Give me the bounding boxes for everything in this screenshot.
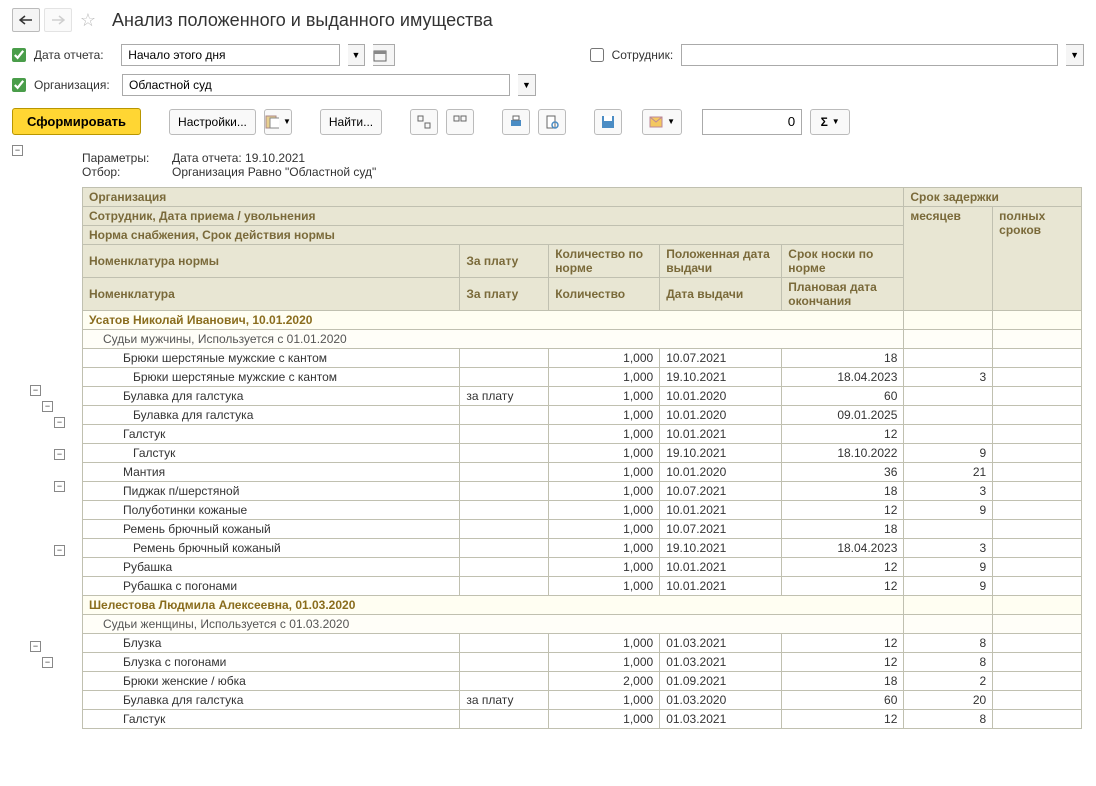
table-row[interactable]: Блузка1,00001.03.2021128 [83, 634, 1082, 653]
calendar-button[interactable] [373, 44, 395, 66]
date-input[interactable] [121, 44, 339, 66]
table-row[interactable]: Пиджак п/шерстяной1,00010.07.2021183 [83, 482, 1082, 501]
table-row[interactable]: Брюки шерстяные мужские с кантом1,00019.… [83, 368, 1082, 387]
favorite-button[interactable]: ☆ [76, 8, 100, 32]
collapse-button[interactable] [446, 109, 474, 135]
table-row[interactable]: Шелестова Людмила Алексеевна, 01.03.2020 [83, 596, 1082, 615]
table-row[interactable]: Булавка для галстуказа плату1,00010.01.2… [83, 387, 1082, 406]
sum-button[interactable]: Σ▼ [810, 109, 850, 135]
table-row[interactable]: Ремень брючный кожаный1,00010.07.202118 [83, 520, 1082, 539]
preview-button[interactable] [538, 109, 566, 135]
generate-button[interactable]: Сформировать [12, 108, 141, 135]
collapse-r1[interactable]: − [54, 417, 65, 428]
variants-button[interactable]: ▼ [264, 109, 292, 135]
table-row[interactable]: Рубашка1,00010.01.2021129 [83, 558, 1082, 577]
collapse-all[interactable]: − [12, 145, 23, 156]
save-button[interactable] [594, 109, 622, 135]
table-row[interactable]: Полуботинки кожаные1,00010.01.2021129 [83, 501, 1082, 520]
table-row[interactable]: Ремень брючный кожаный1,00019.10.202118.… [83, 539, 1082, 558]
table-row[interactable]: Судьи мужчины, Используется с 01.01.2020 [83, 330, 1082, 349]
report-table: ОрганизацияСрок задержки Сотрудник, Дата… [82, 187, 1082, 729]
table-row[interactable]: Мантия1,00010.01.20203621 [83, 463, 1082, 482]
table-row[interactable]: Брюки шерстяные мужские с кантом1,00010.… [83, 349, 1082, 368]
date-dropdown[interactable]: ▼ [348, 44, 366, 66]
table-row[interactable]: Булавка для галстука1,00010.01.202009.01… [83, 406, 1082, 425]
table-row[interactable]: Галстук1,00001.03.2021128 [83, 710, 1082, 729]
date-checkbox[interactable] [12, 48, 26, 62]
collapse-r2[interactable]: − [54, 449, 65, 460]
collapse-r4[interactable]: − [54, 545, 65, 556]
collapse-emp1[interactable]: − [30, 385, 41, 396]
sum-input[interactable] [702, 109, 802, 135]
page-title: Анализ положенного и выданного имущества [112, 10, 493, 31]
expand-button[interactable] [410, 109, 438, 135]
org-checkbox[interactable] [12, 78, 26, 92]
forward-button[interactable] [44, 8, 72, 32]
employee-label: Сотрудник: [612, 48, 674, 62]
date-label: Дата отчета: [34, 48, 113, 62]
employee-checkbox[interactable] [590, 48, 604, 62]
table-row[interactable]: Судьи женщины, Используется с 01.03.2020 [83, 615, 1082, 634]
email-button[interactable]: ▼ [642, 109, 682, 135]
table-row[interactable]: Блузка с погонами1,00001.03.2021128 [83, 653, 1082, 672]
param-value-2: Организация Равно "Областной суд" [172, 165, 376, 179]
org-input[interactable] [122, 74, 510, 96]
print-button[interactable] [502, 109, 530, 135]
table-row[interactable]: Булавка для галстуказа плату1,00001.03.2… [83, 691, 1082, 710]
org-dropdown[interactable]: ▼ [518, 74, 536, 96]
table-row[interactable]: Галстук1,00010.01.202112 [83, 425, 1082, 444]
collapse-norm1[interactable]: − [42, 401, 53, 412]
param-value-1: Дата отчета: 19.10.2021 [172, 151, 305, 165]
org-label: Организация: [34, 78, 114, 92]
collapse-norm2[interactable]: − [42, 657, 53, 668]
settings-button[interactable]: Настройки... [169, 109, 256, 135]
table-row[interactable]: Галстук1,00019.10.202118.10.20229 [83, 444, 1082, 463]
table-row[interactable]: Рубашка с погонами1,00010.01.2021129 [83, 577, 1082, 596]
employee-dropdown[interactable]: ▼ [1066, 44, 1084, 66]
find-button[interactable]: Найти... [320, 109, 382, 135]
back-button[interactable] [12, 8, 40, 32]
table-row[interactable]: Усатов Николай Иванович, 10.01.2020 [83, 311, 1082, 330]
collapse-emp2[interactable]: − [30, 641, 41, 652]
param-label-1: Параметры: [82, 151, 172, 165]
param-label-2: Отбор: [82, 165, 172, 179]
collapse-r3[interactable]: − [54, 481, 65, 492]
employee-input[interactable] [681, 44, 1058, 66]
table-row[interactable]: Брюки женские / юбка2,00001.09.2021182 [83, 672, 1082, 691]
